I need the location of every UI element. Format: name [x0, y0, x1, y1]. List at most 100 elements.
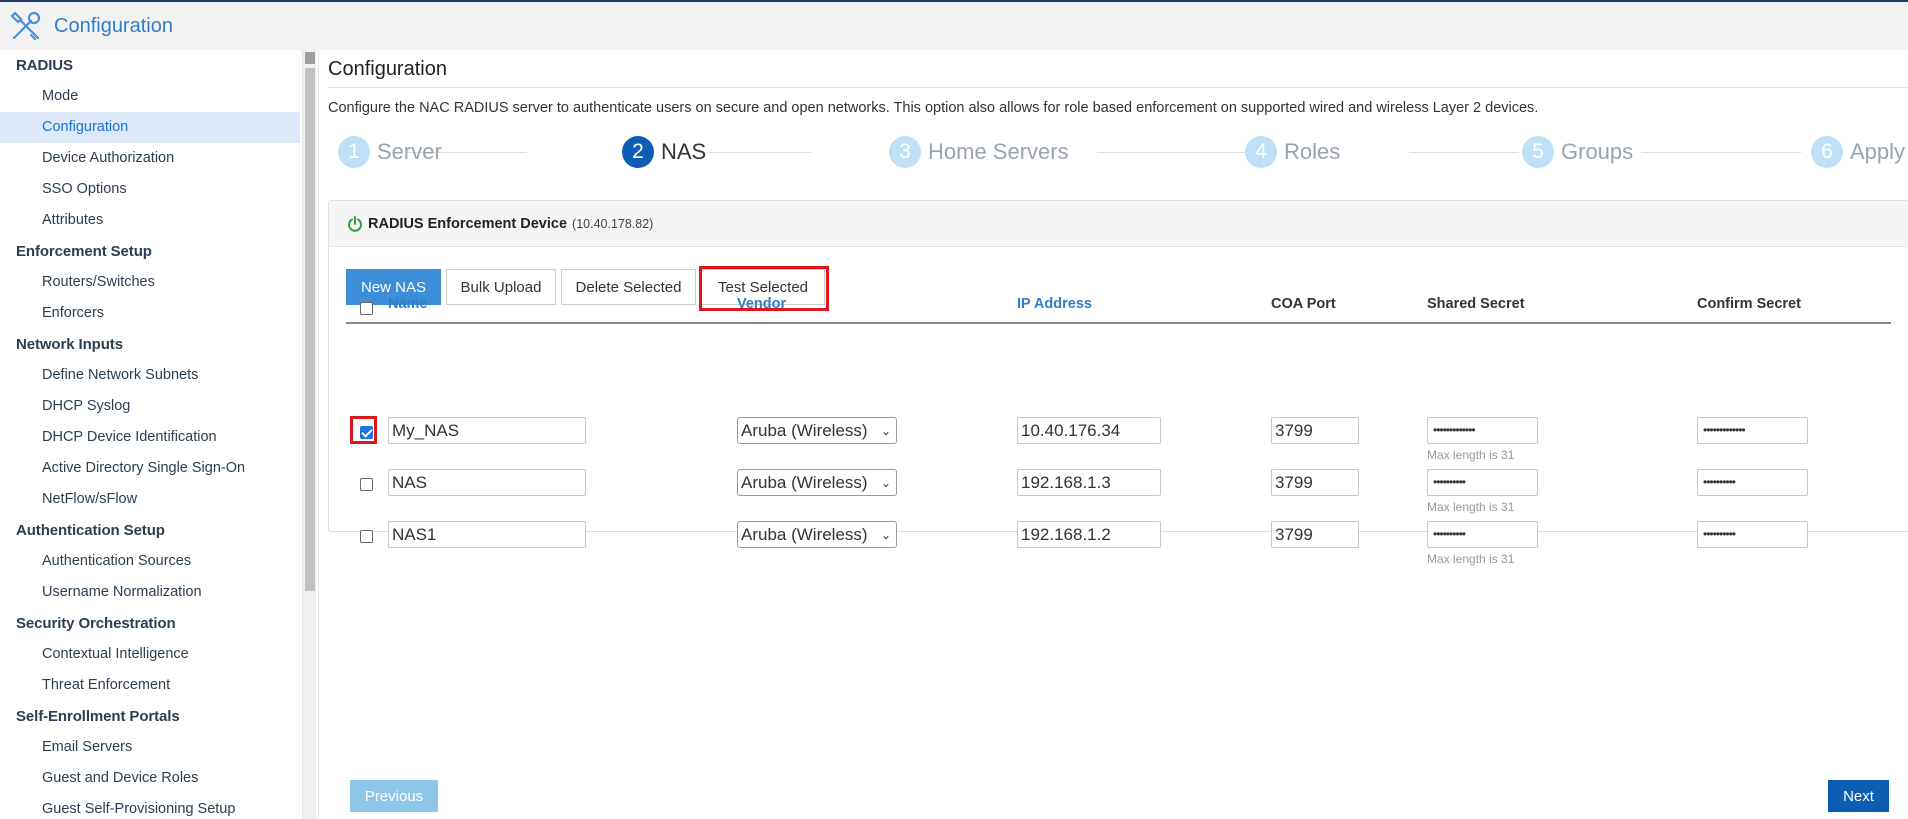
sidebar-item-contextual-intelligence[interactable]: Contextual Intelligence — [0, 639, 300, 670]
step-number: 2 — [622, 136, 654, 168]
sidebar-group-heading: RADIUS — [16, 57, 73, 74]
step-label: Roles — [1284, 139, 1341, 164]
sidebar-item-guest-and-device-roles[interactable]: Guest and Device Roles — [0, 763, 300, 794]
app-title: Configuration — [54, 14, 173, 37]
step-number: 6 — [1811, 136, 1843, 168]
page-title: Configuration — [328, 58, 447, 80]
sidebar-item-netflow-sflow[interactable]: NetFlow/sFlow — [0, 484, 300, 515]
nas-name-input[interactable]: NAS1 — [388, 521, 586, 548]
sidebar-item-mode[interactable]: Mode — [0, 81, 300, 112]
wizard-connector — [709, 152, 811, 153]
sidebar-scrollbar[interactable] — [302, 50, 316, 819]
title-divider — [328, 87, 1908, 88]
wizard-connector — [1097, 152, 1269, 153]
sidebar-item-device-authorization[interactable]: Device Authorization — [0, 143, 300, 174]
step-number: 1 — [338, 136, 370, 168]
sidebar-item-define-network-subnets[interactable]: Define Network Subnets — [0, 360, 300, 391]
vendor-value: Aruba (Wireless) — [741, 473, 868, 492]
vendor-select[interactable]: Aruba (Wireless) ⌄ — [737, 417, 897, 444]
main-content: Configuration Configure the NAC RADIUS s… — [319, 50, 1908, 819]
next-button[interactable]: Next — [1828, 780, 1889, 812]
row-checkbox[interactable] — [360, 478, 373, 491]
step-label: Server — [377, 139, 442, 164]
step-label: NAS — [661, 139, 707, 164]
confirm-secret-input[interactable]: •••••••••• — [1697, 469, 1808, 496]
ip-address-input[interactable]: 192.168.1.2 — [1017, 521, 1161, 548]
vendor-value: Aruba (Wireless) — [741, 525, 868, 544]
wizard-step-apply[interactable]: 6 Apply — [1811, 135, 1905, 169]
vendor-select[interactable]: Aruba (Wireless) ⌄ — [737, 521, 897, 548]
delete-selected-button[interactable]: Delete Selected — [561, 269, 696, 305]
sidebar-item-sso-options[interactable]: SSO Options — [0, 174, 300, 205]
sidebar-item-email-servers[interactable]: Email Servers — [0, 732, 300, 763]
ip-address-input[interactable]: 192.168.1.3 — [1017, 469, 1161, 496]
sidebar-item-configuration[interactable]: Configuration — [0, 112, 300, 143]
max-length-hint: Max length is 31 — [1427, 448, 1515, 462]
confirm-secret-input[interactable]: •••••••••• — [1697, 521, 1808, 548]
sidebar-group-heading: Network Inputs — [16, 336, 123, 353]
previous-button[interactable]: Previous — [350, 780, 438, 812]
page-description: Configure the NAC RADIUS server to authe… — [328, 100, 1539, 116]
scroll-up-arrow[interactable] — [305, 52, 315, 64]
vendor-select[interactable]: Aruba (Wireless) ⌄ — [737, 469, 897, 496]
wizard-step-groups[interactable]: 5 Groups — [1522, 135, 1633, 169]
vendor-value: Aruba (Wireless) — [741, 421, 868, 440]
row-checkbox[interactable] — [360, 530, 373, 543]
sidebar-item-attributes[interactable]: Attributes — [0, 205, 300, 236]
sidebar-group-heading: Enforcement Setup — [16, 243, 152, 260]
step-number: 4 — [1245, 136, 1277, 168]
column-confirm-secret: Confirm Secret — [1697, 296, 1801, 312]
column-shared-secret: Shared Secret — [1427, 296, 1525, 312]
step-number: 5 — [1522, 136, 1554, 168]
sidebar-item-dhcp-syslog[interactable]: DHCP Syslog — [0, 391, 300, 422]
shared-secret-input[interactable]: •••••••••• — [1427, 469, 1538, 496]
sidebar-item-guest-self-provisioning-setup[interactable]: Guest Self-Provisioning Setup — [0, 794, 300, 819]
wizard-step-server[interactable]: 1 Server — [338, 135, 442, 169]
chevron-down-icon: ⌄ — [880, 528, 891, 542]
sidebar-item-enforcers[interactable]: Enforcers — [0, 298, 300, 329]
nas-name-input[interactable]: NAS — [388, 469, 586, 496]
shared-secret-input[interactable]: ••••••••••••• — [1427, 417, 1538, 444]
sidebar-group-heading: Self-Enrollment Portals — [16, 708, 180, 725]
shared-secret-input[interactable]: •••••••••• — [1427, 521, 1538, 548]
column-name[interactable]: Name — [388, 296, 428, 312]
column-ip-address[interactable]: IP Address — [1017, 296, 1092, 312]
coa-port-input[interactable]: 3799 — [1271, 469, 1359, 496]
coa-port-input[interactable]: 3799 — [1271, 417, 1359, 444]
max-length-hint: Max length is 31 — [1427, 552, 1515, 566]
max-length-hint: Max length is 31 — [1427, 500, 1515, 514]
panel-header: RADIUS Enforcement Device (10.40.178.82) — [329, 201, 1908, 247]
wizard-step-roles[interactable]: 4 Roles — [1245, 135, 1340, 169]
nas-name-input[interactable]: My_NAS — [388, 417, 586, 444]
panel-ip: (10.40.178.82) — [572, 216, 654, 231]
checkbox-highlight — [350, 416, 377, 444]
chevron-down-icon: ⌄ — [880, 476, 891, 490]
nas-panel: RADIUS Enforcement Device (10.40.178.82)… — [328, 200, 1908, 566]
wizard-connector — [1409, 152, 1519, 153]
wizard-steps: 1 Server 2 NAS 3 Home Servers 4 Roles 5 … — [319, 135, 1908, 175]
wizard-step-home-servers[interactable]: 3 Home Servers — [889, 135, 1069, 169]
panel-title: RADIUS Enforcement Device — [368, 215, 568, 232]
ip-address-input[interactable]: 10.40.176.34 — [1017, 417, 1161, 444]
power-icon — [348, 215, 362, 232]
bulk-upload-button[interactable]: Bulk Upload — [446, 269, 556, 305]
sidebar-item-routers-switches[interactable]: Routers/Switches — [0, 267, 300, 298]
chevron-down-icon: ⌄ — [880, 424, 891, 438]
header-rule — [346, 322, 1891, 324]
sidebar-item-username-normalization[interactable]: Username Normalization — [0, 577, 300, 608]
scrollbar-thumb[interactable] — [305, 68, 315, 591]
wizard-step-nas[interactable]: 2 NAS — [622, 135, 706, 169]
sidebar-nav: RADIUS Mode Configuration Device Authorizat… — [0, 50, 300, 819]
sidebar-item-threat-enforcement[interactable]: Threat Enforcement — [0, 670, 300, 701]
wizard-connector — [1641, 152, 1801, 153]
select-all-checkbox[interactable] — [360, 302, 373, 315]
sidebar-item-active-directory-single-sign-on[interactable]: Active Directory Single Sign-On — [0, 453, 300, 484]
confirm-secret-input[interactable]: ••••••••••••• — [1697, 417, 1808, 444]
step-label: Home Servers — [928, 139, 1069, 164]
coa-port-input[interactable]: 3799 — [1271, 521, 1359, 548]
column-vendor[interactable]: Vendor — [737, 296, 786, 312]
top-bar: Configuration — [0, 0, 1908, 50]
sidebar-item-dhcp-device-identification[interactable]: DHCP Device Identification — [0, 422, 300, 453]
sidebar-group-heading: Security Orchestration — [16, 615, 176, 632]
sidebar-item-authentication-sources[interactable]: Authentication Sources — [0, 546, 300, 577]
